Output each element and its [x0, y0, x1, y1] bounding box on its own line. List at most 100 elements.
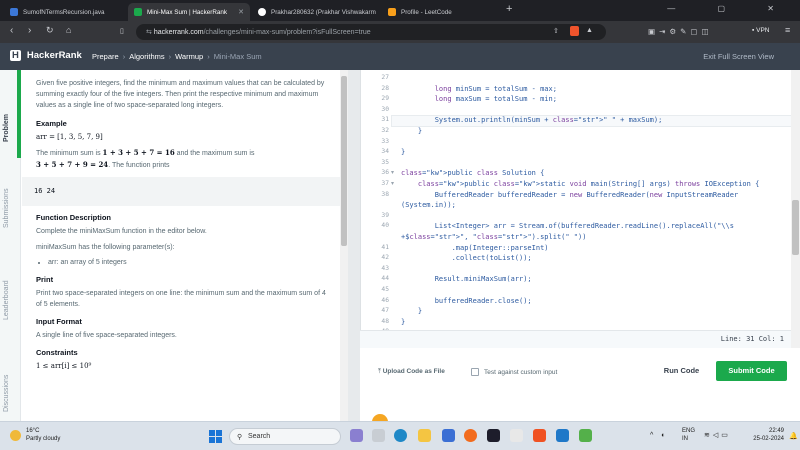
site-info-icon[interactable]: ⇆ [146, 29, 154, 36]
url-bar[interactable]: ⇆ hackerrank.com/challenges/mini-max-sum… [136, 24, 606, 40]
sample-output-box: 16 24 [22, 177, 340, 207]
line-number: 29 [381, 95, 389, 103]
run-code-button[interactable]: Run Code [650, 362, 713, 380]
crumb-prepare[interactable]: Prepare [92, 52, 119, 61]
submit-code-button[interactable]: Submit Code [716, 361, 787, 381]
example-explanation: The minimum sum is 1 + 3 + 5 + 7 = 16 an… [36, 147, 326, 171]
tab-title: Prakhar280632 (Prakhar Vishwakarm [271, 8, 376, 16]
function-description-heading: Function Description [36, 213, 111, 223]
forward-icon[interactable]: › [28, 25, 31, 36]
share-icon[interactable]: ⇧ [553, 27, 559, 35]
jetbrains-icon[interactable] [487, 429, 500, 442]
fold-chevron-icon[interactable]: ▾ [391, 180, 394, 187]
code-line[interactable]: long minSum = totalSum - max; [401, 85, 557, 93]
task-view-icon[interactable] [372, 429, 385, 442]
brave-icon[interactable] [533, 429, 546, 442]
fold-chevron-icon[interactable]: ▾ [391, 169, 394, 176]
code-line[interactable]: +$class="str">", "class="str">").split("… [401, 233, 586, 241]
code-editor[interactable]: 27 28 long minSum = totalSum - max; 29 lon… [360, 70, 791, 348]
custom-input-checkbox[interactable] [471, 368, 479, 376]
close-tab-icon[interactable]: ✕ [238, 8, 244, 16]
code-line[interactable]: } [401, 318, 405, 326]
line-number: 45 [381, 286, 389, 293]
code-line[interactable]: class="kw">public class Solution { [401, 169, 544, 177]
network-volume-battery-icons[interactable]: ≋◁▭ [704, 431, 731, 439]
code-line[interactable]: long maxSum = totalSum - min; [401, 95, 557, 103]
window-controls[interactable]: — ▢ ✕ [667, 4, 794, 13]
taskbar-search[interactable]: ⚲ Search [229, 428, 341, 445]
code-line[interactable]: } [401, 148, 405, 156]
code-line[interactable]: class="kw">public class="kw">static void… [401, 180, 759, 188]
crumb-current: Mini-Max Sum [213, 52, 262, 61]
browser-tab[interactable]: Prakhar280632 (Prakhar Vishwakarm [252, 3, 378, 21]
line-number: 43 [381, 264, 389, 272]
max-expression: 3 + 5 + 7 + 9 = 24 [36, 159, 109, 169]
code-line[interactable]: } [401, 127, 422, 135]
upload-code-button[interactable]: ⤒ Upload Code as File [378, 368, 445, 376]
line-number: 32 [381, 127, 389, 134]
notification-icon[interactable]: 🔔 [789, 432, 798, 440]
github-favicon [258, 8, 266, 16]
tab-title: SumofNTermsRecursion.java [23, 8, 105, 16]
brave-shields-icon[interactable] [570, 26, 579, 36]
tab-title: Profile - LeetCode [401, 8, 452, 16]
system-tray-icons[interactable]: ^ ◐ [650, 432, 668, 439]
url-host: hackerrank.com [153, 29, 204, 36]
vscode-icon[interactable] [556, 429, 569, 442]
line-number: 46 [381, 296, 389, 304]
weather-widget[interactable]: 16°C Partly cloudy [10, 428, 60, 444]
sidebar-icon[interactable]: ▯ [120, 27, 124, 35]
store-icon[interactable] [442, 429, 455, 442]
crumb-algorithms[interactable]: Algorithms [129, 52, 164, 61]
clock[interactable]: 22:49 25-02-2024 [744, 428, 784, 444]
active-tab-indicator [17, 70, 21, 158]
home-icon[interactable]: ⌂ [66, 25, 71, 35]
file-explorer-icon[interactable] [418, 429, 431, 442]
code-line[interactable]: BufferedReader bufferedReader = new Buff… [401, 191, 738, 199]
line-number: 36 [381, 169, 389, 177]
menu-icon[interactable]: ≡ [785, 25, 790, 35]
back-icon[interactable]: ‹ [10, 25, 13, 36]
media-player-icon[interactable] [510, 429, 523, 442]
code-line[interactable]: Result.miniMaxSum(arr); [401, 275, 532, 283]
code-line[interactable]: (System.in)); [401, 201, 456, 209]
vpn-button[interactable]: ▪ VPN [752, 27, 770, 34]
code-line[interactable]: System.out.println(minSum + class="str">… [401, 116, 663, 124]
custom-input-toggle[interactable]: Test against custom input [471, 368, 557, 376]
input-format-description: A single line of five space-separated in… [36, 332, 177, 340]
rewards-icon[interactable]: ▲ [586, 27, 593, 34]
tab-problem[interactable]: Problem [3, 114, 10, 142]
language-indicator[interactable]: ENG IN [682, 428, 695, 444]
copilot-icon[interactable] [350, 429, 363, 442]
code-line[interactable]: .map(Integer::parseInt) [401, 244, 549, 252]
tab-submissions[interactable]: Submissions [3, 188, 10, 228]
hackerrank-logo[interactable]: H HackerRank [10, 50, 82, 61]
pane-splitter[interactable] [348, 70, 360, 421]
line-number: 44 [381, 275, 389, 283]
tab-leaderboard[interactable]: Leaderboard [3, 280, 10, 320]
code-line[interactable]: } [401, 307, 422, 315]
code-line[interactable]: .collect(toList()); [401, 254, 532, 262]
windows-start-icon[interactable] [209, 430, 222, 443]
tab-title: Mini-Max Sum | HackerRank [147, 8, 228, 16]
browser-tab-active[interactable]: Mini-Max Sum | HackerRank ✕ [128, 3, 250, 21]
exit-full-screen-link[interactable]: Exit Full Screen View [703, 52, 774, 61]
logo-mark: H [10, 50, 21, 61]
browser-tab[interactable]: SumofNTermsRecursion.java [4, 3, 122, 21]
reload-icon[interactable]: ↻ [46, 25, 54, 36]
firefox-icon[interactable] [464, 429, 477, 442]
code-line[interactable]: List<Integer> arr = Stream.of(bufferedRe… [401, 222, 734, 230]
crumb-warmup[interactable]: Warmup [175, 52, 203, 61]
constraints-heading: Constraints [36, 348, 78, 358]
example-heading: Example [36, 118, 67, 128]
extensions-icons[interactable]: ▣⇥⚙✎▢◫ [648, 27, 713, 36]
browser-tab[interactable]: Profile - LeetCode [382, 3, 502, 21]
app-icon[interactable] [579, 429, 592, 442]
new-tab-button[interactable]: + [506, 3, 512, 15]
editor-scroll-thumb[interactable] [792, 200, 799, 255]
breadcrumb: Prepare › Algorithms › Warmup › Mini-Max Sum [92, 52, 262, 61]
edge-icon[interactable] [394, 429, 407, 442]
code-line[interactable]: bufferedReader.close(); [401, 297, 532, 305]
tab-discussions[interactable]: Discussions [3, 375, 10, 412]
problem-scroll-thumb[interactable] [341, 76, 347, 246]
